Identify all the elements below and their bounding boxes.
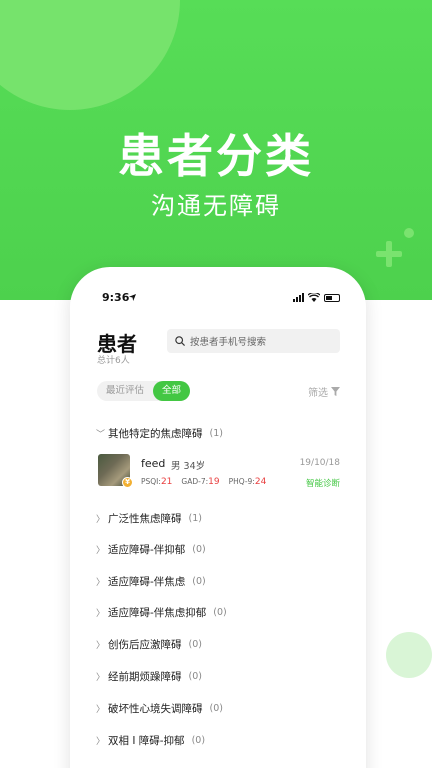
gad-score: GAD-7:19	[181, 477, 220, 487]
chevron-right-icon: 〉	[96, 577, 106, 588]
decor-bubble	[386, 632, 432, 678]
category-row-4[interactable]: 〉 适应障碍-伴焦虑抑郁 (0)	[96, 602, 227, 622]
category-name: 适应障碍-伴焦虑抑郁	[108, 606, 207, 619]
category-name: 双相 I 障碍-抑郁	[108, 734, 185, 747]
category-name: 适应障碍-伴焦虑	[108, 575, 186, 588]
chevron-right-icon: 〉	[96, 704, 106, 715]
category-row-8[interactable]: 〉 双相 I 障碍-抑郁 (0)	[96, 730, 205, 750]
filter-label: 筛选	[308, 388, 328, 399]
view-segment: 最近评估 全部	[97, 381, 191, 401]
category-name: 广泛性焦虑障碍	[108, 512, 182, 525]
patient-name: feed	[141, 457, 166, 470]
promo-title: 患者分类	[118, 129, 314, 183]
location-arrow-icon	[129, 294, 136, 301]
patient-total: 总计6人	[97, 356, 130, 366]
cellular-signal-icon	[293, 293, 304, 302]
category-count: (0)	[213, 606, 227, 618]
battery-icon	[324, 294, 340, 302]
psqi-score: PSQI:21	[141, 477, 173, 487]
category-count: (0)	[192, 543, 206, 555]
filter-icon	[331, 387, 340, 396]
patient-date: 19/10/18	[299, 458, 340, 468]
status-time: 9:36	[102, 291, 130, 304]
search-icon	[175, 336, 185, 346]
category-count: (0)	[209, 702, 223, 714]
category-name: 创伤后应激障碍	[108, 638, 182, 651]
phq-score: PHQ-9:24	[228, 477, 267, 487]
category-name: 破坏性心境失调障碍	[108, 702, 203, 715]
wifi-icon	[308, 293, 320, 302]
chevron-right-icon: 〉	[96, 736, 106, 747]
filter-button[interactable]: 筛选	[308, 384, 340, 399]
category-count: (0)	[191, 734, 206, 746]
score-list: PSQI:21 GAD-7:19 PHQ-9:24	[141, 477, 266, 487]
phone-screen: 9:36 患者 总计6人 按患者手机号搜索 最近评估 全部 筛选 ﹀ 其他特定的…	[70, 267, 366, 768]
category-count: (0)	[188, 670, 202, 682]
patient-card[interactable]: ¥ feed 男 34岁 19/10/18 PSQI:21 GAD-7:19 P…	[98, 454, 340, 490]
category-row-1[interactable]: 〉 广泛性焦虑障碍 (1)	[96, 508, 202, 528]
status-bar: 9:36	[70, 291, 366, 307]
payment-badge-icon: ¥	[122, 477, 133, 488]
category-name: 适应障碍-伴抑郁	[108, 543, 186, 556]
decor-plus-icon	[376, 241, 402, 267]
category-row-2[interactable]: 〉 适应障碍-伴抑郁 (0)	[96, 539, 206, 559]
promo-subtitle: 沟通无障碍	[151, 192, 281, 220]
category-count: (1)	[209, 427, 223, 439]
chevron-right-icon: 〉	[96, 640, 106, 651]
category-count: (1)	[188, 512, 202, 524]
decor-dot	[404, 228, 414, 238]
segment-recent[interactable]: 最近评估	[97, 381, 153, 401]
category-row-6[interactable]: 〉 经前期烦躁障碍 (0)	[96, 666, 202, 686]
chevron-right-icon: 〉	[96, 608, 106, 619]
category-row-3[interactable]: 〉 适应障碍-伴焦虑 (0)	[96, 571, 206, 591]
search-input[interactable]: 按患者手机号搜索	[167, 329, 340, 353]
category-row-5[interactable]: 〉 创伤后应激障碍 (0)	[96, 634, 202, 654]
chevron-right-icon: 〉	[96, 672, 106, 683]
category-row-7[interactable]: 〉 破坏性心境失调障碍 (0)	[96, 698, 223, 718]
category-count: (0)	[188, 638, 202, 650]
chevron-right-icon: 〉	[96, 545, 106, 556]
chevron-right-icon: 〉	[96, 514, 106, 525]
category-name: 其他特定的焦虑障碍	[108, 427, 203, 440]
smart-diagnosis-link[interactable]: 智能诊断	[306, 477, 340, 489]
segment-all[interactable]: 全部	[153, 381, 191, 401]
category-count: (0)	[192, 575, 206, 587]
search-placeholder: 按患者手机号搜索	[190, 337, 267, 348]
chevron-down-icon: ﹀	[96, 429, 106, 440]
category-row-0[interactable]: ﹀ 其他特定的焦虑障碍 (1)	[96, 423, 223, 443]
category-name: 经前期烦躁障碍	[108, 670, 182, 683]
patient-gender-age: 男 34岁	[171, 461, 206, 472]
